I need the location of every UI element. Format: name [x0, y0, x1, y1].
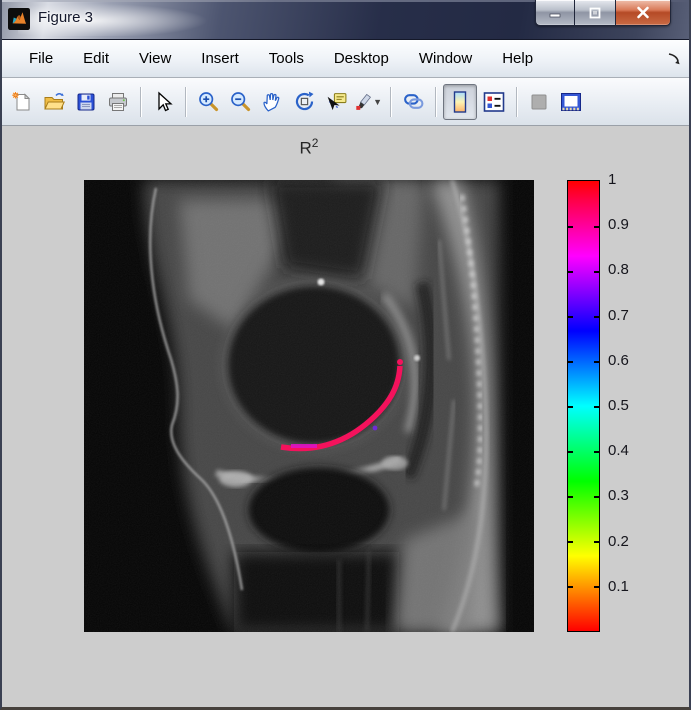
open-folder-icon	[43, 91, 66, 113]
insert-legend-button[interactable]	[479, 86, 509, 118]
figure-canvas: R2	[2, 126, 689, 707]
colorbar-label: 0.1	[608, 579, 652, 595]
insert-colorbar-button[interactable]	[443, 84, 477, 120]
window-title: Figure 3	[38, 9, 93, 26]
brush-dropdown-caret-icon[interactable]: ▼	[373, 97, 382, 107]
save-floppy-icon	[75, 91, 97, 113]
colorbar-label: 0.9	[608, 217, 652, 233]
zoom-in-icon	[197, 90, 220, 113]
colorbar-label: 0.5	[608, 398, 652, 414]
pan-button[interactable]	[257, 86, 287, 118]
menu-bar: File Edit View Insert Tools Desktop Wind…	[2, 40, 689, 78]
brush-data-button[interactable]: ▼	[353, 86, 383, 118]
new-document-icon	[11, 91, 33, 113]
rotate-3d-button[interactable]	[289, 86, 319, 118]
colorbar-label: 0.7	[608, 308, 652, 324]
colorbar-label: 0.8	[608, 262, 652, 278]
axes-title-superscript: 2	[312, 136, 319, 150]
restore-icon	[588, 7, 602, 19]
menu-help[interactable]: Help	[487, 46, 548, 71]
zoom-in-button[interactable]	[193, 86, 223, 118]
dock-window-icon	[559, 90, 583, 114]
axes-title: R2	[84, 136, 534, 159]
data-cursor-button[interactable]	[321, 86, 351, 118]
hand-icon	[261, 90, 284, 113]
colorbar-label: 0.6	[608, 353, 652, 369]
zoom-out-icon	[229, 90, 252, 113]
colorbar-label: 0.4	[608, 443, 652, 459]
title-bar[interactable]: Figure 3	[0, 0, 691, 40]
link-icon	[402, 90, 425, 113]
menu-tools[interactable]: Tools	[254, 46, 319, 71]
close-icon	[635, 6, 651, 19]
gray-square-icon	[528, 91, 550, 113]
menu-edit[interactable]: Edit	[68, 46, 124, 71]
colorbar	[567, 180, 600, 632]
menu-desktop[interactable]: Desktop	[319, 46, 404, 71]
print-figure-button[interactable]	[103, 86, 133, 118]
toolbar-separator	[140, 87, 141, 117]
printer-icon	[107, 91, 129, 113]
colorbar-label: 1	[608, 172, 652, 188]
restore-button[interactable]	[575, 0, 615, 26]
edit-plot-button[interactable]	[148, 86, 178, 118]
mri-image[interactable]	[84, 180, 534, 632]
open-file-button[interactable]	[39, 86, 69, 118]
axes-title-text: R	[300, 139, 312, 158]
figure-window: Figure 3 File Edit View	[0, 0, 691, 710]
matlab-logo-icon	[8, 8, 30, 30]
colorbar-label: 0.2	[608, 534, 652, 550]
show-plot-tools-dock-button[interactable]	[556, 86, 586, 118]
toolbar-separator	[185, 87, 186, 117]
minimize-icon	[548, 7, 562, 19]
toolbar-separator	[390, 87, 391, 117]
colorbar-icon	[449, 90, 471, 114]
zoom-out-button[interactable]	[225, 86, 255, 118]
brush-icon	[354, 91, 372, 113]
toolbar-separator	[435, 87, 436, 117]
curved-dock-arrow-icon[interactable]	[667, 52, 681, 65]
menu-insert[interactable]: Insert	[186, 46, 254, 71]
close-button[interactable]	[615, 0, 671, 26]
menu-file[interactable]: File	[14, 46, 68, 71]
legend-icon	[482, 90, 506, 114]
save-figure-button[interactable]	[71, 86, 101, 118]
data-cursor-icon	[325, 90, 348, 113]
minimize-button[interactable]	[535, 0, 575, 26]
new-figure-button[interactable]	[7, 86, 37, 118]
rotate-3d-icon	[293, 90, 316, 113]
hide-plot-tools-button	[524, 86, 554, 118]
colorbar-label: 0.3	[608, 488, 652, 504]
menu-window[interactable]: Window	[404, 46, 487, 71]
toolbar: ▼	[2, 78, 689, 126]
toolbar-separator	[516, 87, 517, 117]
menu-view[interactable]: View	[124, 46, 186, 71]
link-plot-button[interactable]	[398, 86, 428, 118]
pointer-arrow-icon	[152, 91, 174, 113]
